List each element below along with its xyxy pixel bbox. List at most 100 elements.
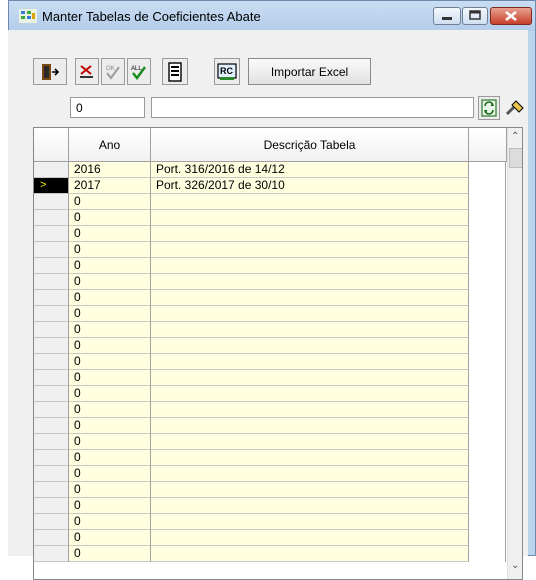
row-indicator[interactable] bbox=[34, 386, 69, 402]
table-row[interactable]: 0 bbox=[34, 402, 506, 418]
cell-descricao[interactable] bbox=[151, 466, 469, 482]
cell-ano[interactable]: 2016 bbox=[69, 162, 151, 178]
row-indicator[interactable] bbox=[34, 322, 69, 338]
table-row[interactable]: 0 bbox=[34, 514, 506, 530]
cell-ano[interactable]: 0 bbox=[69, 306, 151, 322]
cell-descricao[interactable] bbox=[151, 306, 469, 322]
row-indicator[interactable] bbox=[34, 210, 69, 226]
close-button[interactable] bbox=[490, 7, 532, 25]
row-indicator[interactable] bbox=[34, 546, 69, 562]
description-input[interactable] bbox=[151, 97, 474, 118]
cell-descricao[interactable] bbox=[151, 386, 469, 402]
cell-descricao[interactable] bbox=[151, 482, 469, 498]
cell-ano[interactable]: 0 bbox=[69, 338, 151, 354]
table-row[interactable]: 0 bbox=[34, 274, 506, 290]
table-row[interactable]: 0 bbox=[34, 434, 506, 450]
cell-ano[interactable]: 0 bbox=[69, 290, 151, 306]
cell-ano[interactable]: 0 bbox=[69, 514, 151, 530]
table-row[interactable]: 0 bbox=[34, 338, 506, 354]
scroll-thumb[interactable] bbox=[509, 148, 522, 168]
cell-descricao[interactable] bbox=[151, 274, 469, 290]
cell-descricao[interactable] bbox=[151, 290, 469, 306]
cell-descricao[interactable] bbox=[151, 418, 469, 434]
cell-descricao[interactable] bbox=[151, 354, 469, 370]
cell-ano[interactable]: 0 bbox=[69, 466, 151, 482]
row-indicator[interactable]: > bbox=[34, 178, 69, 194]
cell-descricao[interactable] bbox=[151, 338, 469, 354]
cell-ano[interactable]: 0 bbox=[69, 194, 151, 210]
exit-button[interactable] bbox=[33, 58, 67, 85]
cell-descricao[interactable] bbox=[151, 434, 469, 450]
row-indicator[interactable] bbox=[34, 418, 69, 434]
cell-ano[interactable]: 0 bbox=[69, 354, 151, 370]
cell-descricao[interactable]: Port. 326/2017 de 30/10 bbox=[151, 178, 469, 194]
row-indicator[interactable] bbox=[34, 370, 69, 386]
cell-ano[interactable]: 0 bbox=[69, 242, 151, 258]
table-row[interactable]: 0 bbox=[34, 370, 506, 386]
cell-ano[interactable]: 0 bbox=[69, 498, 151, 514]
cell-descricao[interactable] bbox=[151, 370, 469, 386]
row-indicator[interactable] bbox=[34, 306, 69, 322]
scroll-down-icon[interactable]: ⌄ bbox=[511, 560, 519, 571]
row-indicator[interactable] bbox=[34, 338, 69, 354]
column-header-ano[interactable]: Ano bbox=[69, 128, 151, 162]
table-row[interactable]: 0 bbox=[34, 258, 506, 274]
cell-ano[interactable]: 0 bbox=[69, 418, 151, 434]
row-indicator[interactable] bbox=[34, 514, 69, 530]
row-indicator[interactable] bbox=[34, 242, 69, 258]
row-indicator[interactable] bbox=[34, 482, 69, 498]
cell-ano[interactable]: 0 bbox=[69, 450, 151, 466]
code-input[interactable]: 0 bbox=[70, 97, 145, 118]
refresh-button[interactable] bbox=[478, 96, 500, 120]
cell-descricao[interactable]: Port. 316/2016 de 14/12 bbox=[151, 162, 469, 178]
row-indicator[interactable] bbox=[34, 274, 69, 290]
table-row[interactable]: 0 bbox=[34, 242, 506, 258]
cell-ano[interactable]: 0 bbox=[69, 546, 151, 562]
cell-ano[interactable]: 0 bbox=[69, 370, 151, 386]
table-row[interactable]: 0 bbox=[34, 418, 506, 434]
row-indicator[interactable] bbox=[34, 354, 69, 370]
table-row[interactable]: 0 bbox=[34, 386, 506, 402]
cell-descricao[interactable] bbox=[151, 498, 469, 514]
cell-ano[interactable]: 0 bbox=[69, 258, 151, 274]
cell-ano[interactable]: 2017 bbox=[69, 178, 151, 194]
table-row[interactable]: 0 bbox=[34, 290, 506, 306]
table-row[interactable]: 0 bbox=[34, 210, 506, 226]
cell-ano[interactable]: 0 bbox=[69, 274, 151, 290]
cell-descricao[interactable] bbox=[151, 546, 469, 562]
cell-descricao[interactable] bbox=[151, 530, 469, 546]
table-row[interactable]: 0 bbox=[34, 226, 506, 242]
row-indicator[interactable] bbox=[34, 194, 69, 210]
delete-button[interactable] bbox=[75, 58, 99, 85]
row-indicator[interactable] bbox=[34, 530, 69, 546]
table-row[interactable]: 0 bbox=[34, 498, 506, 514]
coefficients-table[interactable]: Ano Descrição Tabela 2016 Port. 316/2016 … bbox=[33, 127, 523, 580]
table-row[interactable]: 2016 Port. 316/2016 de 14/12 bbox=[34, 162, 506, 178]
row-indicator[interactable] bbox=[34, 434, 69, 450]
maximize-button[interactable] bbox=[462, 7, 488, 25]
cell-ano[interactable]: 0 bbox=[69, 322, 151, 338]
rc-button[interactable]: RC bbox=[214, 58, 240, 85]
row-indicator[interactable] bbox=[34, 402, 69, 418]
cell-ano[interactable]: 0 bbox=[69, 402, 151, 418]
table-row[interactable]: 0 bbox=[34, 546, 506, 562]
table-row[interactable]: 0 bbox=[34, 194, 506, 210]
title-bar[interactable]: Manter Tabelas de Coeficientes Abate bbox=[9, 1, 535, 31]
table-row[interactable]: 0 bbox=[34, 322, 506, 338]
row-indicator[interactable] bbox=[34, 466, 69, 482]
cell-descricao[interactable] bbox=[151, 210, 469, 226]
table-row[interactable]: >2017 Port. 326/2017 de 30/10 bbox=[34, 178, 506, 194]
ok-button[interactable]: OK bbox=[101, 58, 125, 85]
cell-descricao[interactable] bbox=[151, 226, 469, 242]
cell-ano[interactable]: 0 bbox=[69, 530, 151, 546]
clear-filter-button[interactable] bbox=[503, 96, 527, 120]
row-indicator[interactable] bbox=[34, 450, 69, 466]
cell-descricao[interactable] bbox=[151, 514, 469, 530]
row-indicator[interactable] bbox=[34, 162, 69, 178]
cell-ano[interactable]: 0 bbox=[69, 210, 151, 226]
table-row[interactable]: 0 bbox=[34, 482, 506, 498]
table-row[interactable]: 0 bbox=[34, 466, 506, 482]
cell-ano[interactable]: 0 bbox=[69, 434, 151, 450]
cell-descricao[interactable] bbox=[151, 450, 469, 466]
scroll-up-icon[interactable]: ⌃ bbox=[511, 131, 519, 142]
